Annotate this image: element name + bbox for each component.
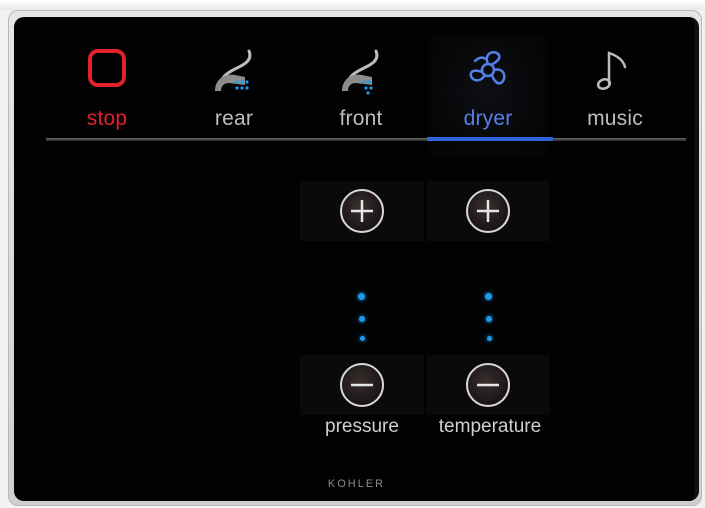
pressure-increase-button[interactable] (300, 181, 424, 241)
temperature-label: temperature (438, 416, 542, 437)
dryer-fan-icon (469, 51, 506, 85)
front-wash-icon (342, 49, 379, 95)
minus-icon (351, 383, 373, 387)
tab-label-stop: stop (86, 107, 128, 130)
temperature-increase-button[interactable] (426, 181, 550, 241)
pressure-decrease-button[interactable] (300, 355, 424, 415)
pressure-level-dot (359, 316, 365, 322)
temperature-decrease-button[interactable] (426, 355, 550, 415)
pressure-level-dot (360, 336, 365, 341)
tab-label-dryer: dryer (463, 107, 513, 130)
tab-label-front: front (339, 107, 383, 130)
rear-wash-icon (215, 49, 252, 91)
pressure-level-dot (358, 293, 365, 300)
stop-icon (88, 49, 126, 87)
minus-icon (477, 383, 499, 387)
remote-screen: stop rear front dryer music pressure tem… (14, 17, 699, 501)
brand-logo: KOHLER (327, 478, 386, 490)
plus-icon (477, 200, 499, 222)
tab-label-music: music (587, 107, 643, 130)
plus-icon (351, 200, 373, 222)
tab-label-rear: rear (214, 107, 254, 130)
music-note-icon (596, 51, 627, 90)
active-tab-indicator (427, 137, 553, 141)
temperature-level-dot (487, 336, 492, 341)
temperature-level-dot (485, 293, 492, 300)
device-top-edge (0, 0, 705, 10)
pressure-label: pressure (325, 416, 399, 437)
tab-divider (46, 138, 686, 141)
temperature-level-dot (486, 316, 492, 322)
